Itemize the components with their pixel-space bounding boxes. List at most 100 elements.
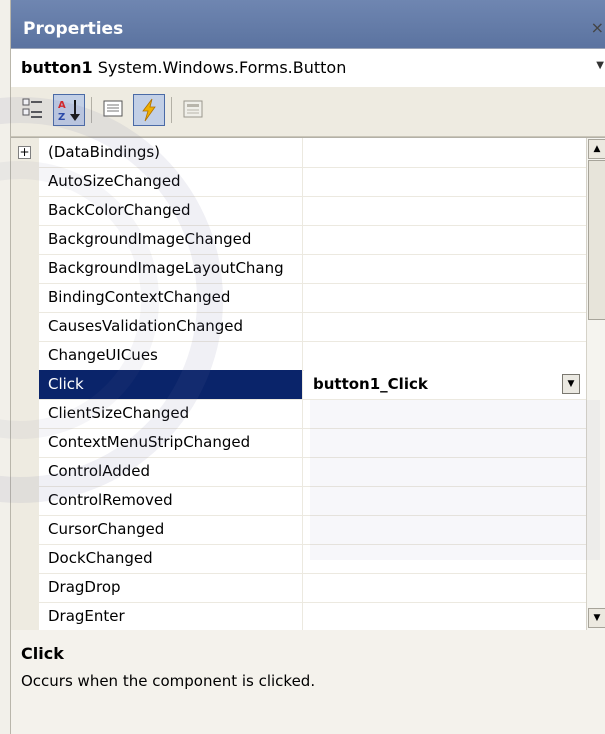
grid-row[interactable]: BackgroundImageChanged bbox=[11, 225, 586, 255]
row-gutter bbox=[11, 254, 39, 283]
property-value[interactable] bbox=[304, 399, 586, 428]
property-name[interactable]: DockChanged bbox=[39, 544, 303, 573]
property-value[interactable] bbox=[304, 138, 586, 167]
grid-row[interactable]: DockChanged bbox=[11, 544, 586, 574]
property-grid: + (DataBindings) AutoSizeChanged BackCol… bbox=[11, 137, 605, 631]
property-name[interactable]: ChangeUICues bbox=[39, 341, 303, 370]
description-text: Occurs when the component is clicked. bbox=[21, 672, 316, 690]
grid-row[interactable]: BackgroundImageLayoutChang bbox=[11, 254, 586, 284]
property-name[interactable]: BackColorChanged bbox=[39, 196, 303, 225]
property-name[interactable]: ControlAdded bbox=[39, 457, 303, 486]
properties-panel: Properties × button1 System.Windows.Form… bbox=[10, 0, 605, 734]
row-gutter bbox=[11, 428, 39, 457]
scroll-down-icon[interactable]: ▼ bbox=[588, 608, 605, 628]
property-name[interactable]: ControlRemoved bbox=[39, 486, 303, 515]
title-bar: Properties × bbox=[11, 0, 605, 48]
property-name[interactable]: CausesValidationChanged bbox=[39, 312, 303, 341]
grid-row[interactable]: CausesValidationChanged bbox=[11, 312, 586, 342]
property-name[interactable]: ContextMenuStripChanged bbox=[39, 428, 303, 457]
row-gutter bbox=[11, 370, 39, 399]
property-value[interactable] bbox=[304, 428, 586, 457]
properties-toolbar: A Z bbox=[11, 87, 605, 137]
grid-row-databindings[interactable]: + (DataBindings) bbox=[11, 138, 586, 168]
row-gutter bbox=[11, 515, 39, 544]
property-name[interactable]: BindingContextChanged bbox=[39, 283, 303, 312]
grid-row[interactable]: ChangeUICues bbox=[11, 341, 586, 371]
grid-row[interactable]: ControlRemoved bbox=[11, 486, 586, 516]
description-title: Click bbox=[21, 644, 64, 663]
grid-row[interactable]: ContextMenuStripChanged bbox=[11, 428, 586, 458]
toolbar-separator bbox=[91, 97, 92, 123]
grid-row[interactable]: ControlAdded bbox=[11, 457, 586, 487]
svg-text:Z: Z bbox=[58, 112, 65, 123]
property-value[interactable] bbox=[304, 225, 586, 254]
chevron-down-icon[interactable]: ▼ bbox=[562, 374, 580, 394]
property-value[interactable] bbox=[304, 602, 586, 630]
svg-text:A: A bbox=[58, 100, 66, 111]
row-gutter bbox=[11, 167, 39, 196]
row-gutter bbox=[11, 486, 39, 515]
object-selector-label: button1 System.Windows.Forms.Button bbox=[21, 58, 346, 77]
events-button[interactable] bbox=[133, 94, 165, 126]
property-name[interactable]: BackgroundImageChanged bbox=[39, 225, 303, 254]
row-gutter bbox=[11, 457, 39, 486]
grid-row[interactable]: ClientSizeChanged bbox=[11, 399, 586, 429]
alphabetical-button[interactable]: A Z bbox=[53, 94, 85, 126]
property-name[interactable]: DragDrop bbox=[39, 573, 303, 602]
property-name[interactable]: BackgroundImageLayoutChang bbox=[39, 254, 303, 283]
categorized-icon bbox=[22, 98, 42, 118]
properties-button[interactable] bbox=[98, 94, 130, 126]
description-pane: Click Occurs when the component is click… bbox=[11, 630, 605, 734]
property-name[interactable]: CursorChanged bbox=[39, 515, 303, 544]
object-name: button1 bbox=[21, 58, 93, 77]
property-value[interactable] bbox=[304, 573, 586, 602]
event-handler-dropdown[interactable]: button1_Click ▼ bbox=[304, 370, 586, 399]
property-name[interactable]: AutoSizeChanged bbox=[39, 167, 303, 196]
property-value[interactable] bbox=[304, 457, 586, 486]
categorized-button[interactable] bbox=[18, 94, 50, 126]
property-value[interactable] bbox=[304, 283, 586, 312]
event-handler-value: button1_Click bbox=[313, 375, 428, 393]
row-gutter bbox=[11, 573, 39, 602]
property-pages-icon bbox=[183, 100, 203, 118]
row-gutter bbox=[11, 602, 39, 630]
property-value[interactable] bbox=[304, 486, 586, 515]
alphabetical-sort-icon: A Z bbox=[58, 100, 80, 123]
object-type: System.Windows.Forms.Button bbox=[97, 58, 347, 77]
property-value[interactable] bbox=[304, 196, 586, 225]
toolbar-separator bbox=[171, 97, 172, 123]
property-value[interactable] bbox=[304, 544, 586, 573]
expand-plus-icon[interactable]: + bbox=[18, 146, 31, 159]
grid-row[interactable]: AutoSizeChanged bbox=[11, 167, 586, 197]
row-gutter bbox=[11, 283, 39, 312]
grid-row-click-selected[interactable]: Click button1_Click ▼ bbox=[11, 370, 586, 400]
properties-icon bbox=[103, 100, 123, 117]
property-value[interactable] bbox=[304, 167, 586, 196]
row-gutter bbox=[11, 196, 39, 225]
row-gutter bbox=[11, 544, 39, 573]
property-name[interactable]: (DataBindings) bbox=[39, 138, 303, 167]
grid-row[interactable]: DragEnter bbox=[11, 602, 586, 630]
property-value[interactable] bbox=[304, 341, 586, 370]
scroll-up-icon[interactable]: ▲ bbox=[588, 139, 605, 159]
property-name[interactable]: Click bbox=[39, 370, 303, 399]
row-gutter: + bbox=[11, 138, 39, 167]
row-gutter bbox=[11, 341, 39, 370]
grid-row[interactable]: DragDrop bbox=[11, 573, 586, 603]
property-value[interactable] bbox=[304, 312, 586, 341]
property-name[interactable]: ClientSizeChanged bbox=[39, 399, 303, 428]
property-pages-button[interactable] bbox=[178, 94, 210, 126]
row-gutter bbox=[11, 225, 39, 254]
grid-row[interactable]: BindingContextChanged bbox=[11, 283, 586, 313]
grid-row[interactable]: CursorChanged bbox=[11, 515, 586, 545]
close-icon[interactable]: × bbox=[591, 18, 604, 37]
property-name[interactable]: DragEnter bbox=[39, 602, 303, 630]
vertical-scrollbar[interactable]: ▲ ▼ bbox=[586, 138, 605, 630]
chevron-down-icon[interactable]: ▼ bbox=[596, 60, 604, 71]
grid-row[interactable]: BackColorChanged bbox=[11, 196, 586, 226]
scrollbar-thumb[interactable] bbox=[588, 160, 605, 320]
property-value[interactable] bbox=[304, 515, 586, 544]
property-value[interactable] bbox=[304, 254, 586, 283]
events-lightning-icon bbox=[142, 98, 156, 122]
object-selector[interactable]: button1 System.Windows.Forms.Button ▼ bbox=[11, 48, 605, 88]
